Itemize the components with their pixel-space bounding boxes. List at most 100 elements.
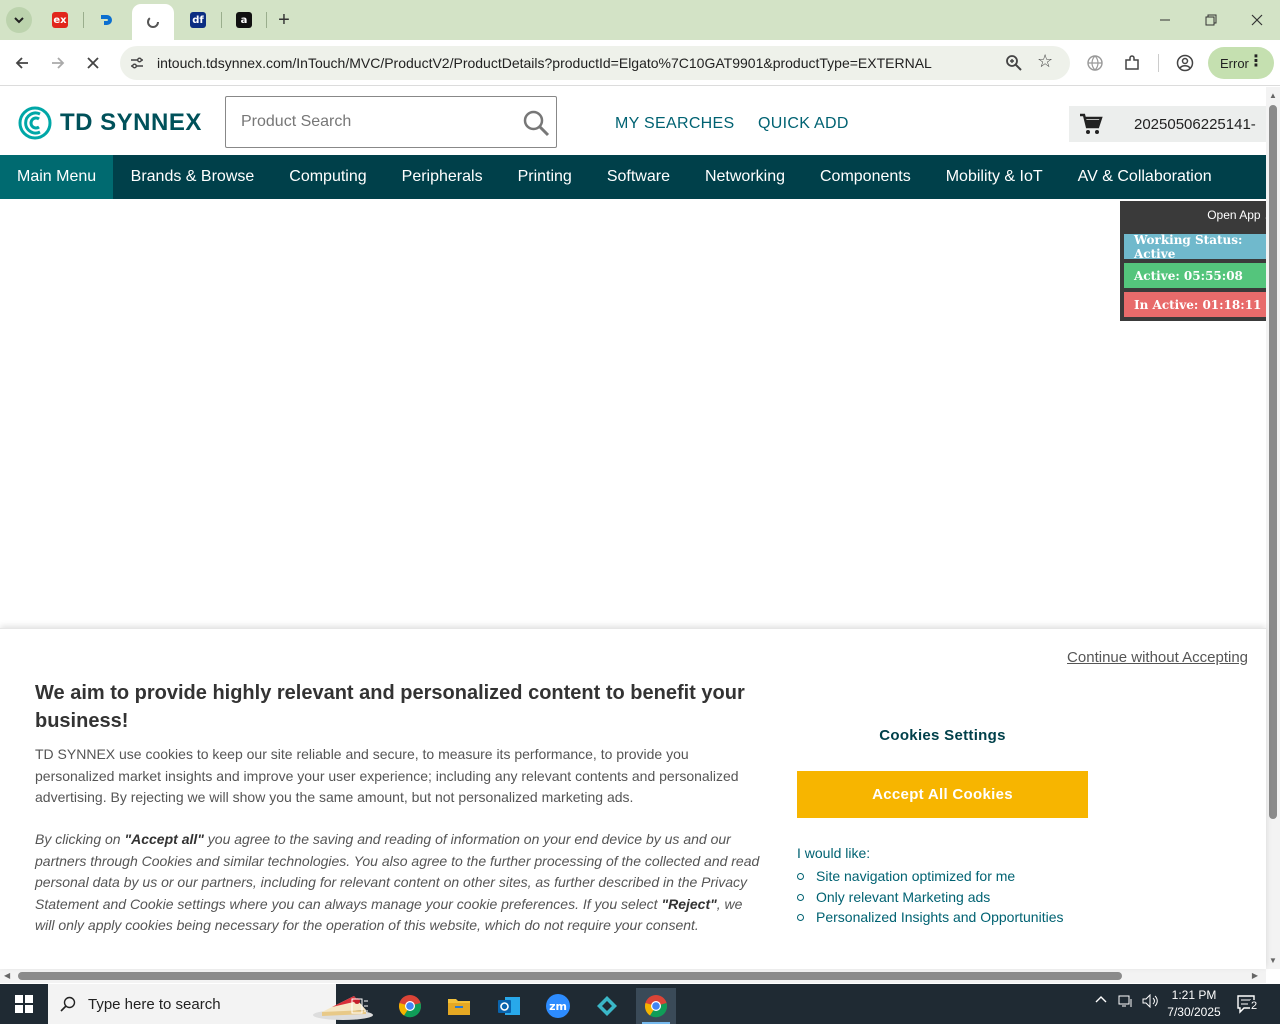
zoom-icon[interactable] — [1005, 54, 1023, 72]
chrome-taskbar-icon[interactable] — [390, 988, 430, 1024]
my-searches-link[interactable]: MY SEARCHES — [615, 115, 734, 133]
bookmark-star-icon[interactable]: ☆ — [1037, 51, 1053, 72]
start-button[interactable] — [0, 984, 48, 1024]
outlook-icon[interactable] — [489, 988, 529, 1024]
nav-printing[interactable]: Printing — [500, 155, 589, 199]
cookie-legal-text: By clicking on "Accept all" you agree to… — [35, 829, 763, 937]
stop-loading-button[interactable] — [78, 48, 108, 78]
quick-add-link[interactable]: QUICK ADD — [758, 115, 849, 133]
cart-button[interactable]: 20250506225141- — [1069, 106, 1266, 142]
continue-without-accepting-link[interactable]: Continue without Accepting — [1067, 649, 1248, 666]
tab-expedia[interactable]: ex — [44, 0, 76, 40]
profile-icon[interactable] — [1175, 53, 1195, 73]
address-bar[interactable]: intouch.tdsynnex.com/InTouch/MVC/Product… — [120, 46, 1070, 80]
search-icon — [60, 996, 76, 1012]
reject-quote: "Reject" — [661, 895, 717, 912]
taskbar-search-box[interactable]: Type here to search — [48, 984, 373, 1024]
close-icon — [1251, 14, 1263, 26]
cookies-settings-link[interactable]: Cookies Settings — [797, 727, 1088, 744]
minimize-button[interactable] — [1142, 0, 1188, 40]
show-hidden-icons-chevron-up-icon[interactable] — [1095, 994, 1107, 1009]
arrow-right-icon — [52, 57, 65, 69]
tab-amazon[interactable]: a — [228, 0, 260, 40]
vertical-scrollbar[interactable]: ▲ ▼ — [1266, 87, 1280, 969]
restore-button[interactable] — [1188, 0, 1234, 40]
inactive-time-row: In Active: 01:18:11 — [1124, 292, 1276, 317]
working-status-widget: Open App ↗ Working Status: Active Active… — [1120, 201, 1280, 321]
notification-center-icon[interactable]: 2 — [1236, 994, 1260, 1014]
nav-software[interactable]: Software — [589, 155, 687, 199]
df-icon: df — [190, 12, 206, 28]
scroll-left-arrow-icon[interactable]: ◀ — [4, 971, 10, 980]
restore-icon — [1205, 14, 1217, 26]
nav-networking[interactable]: Networking — [687, 155, 802, 199]
logo-text: TD SYNNEX — [60, 109, 202, 136]
windows-logo-icon — [15, 995, 33, 1013]
product-search-input[interactable] — [227, 98, 517, 146]
tab-tdsynnex-active[interactable] — [132, 4, 174, 40]
file-explorer-icon[interactable] — [439, 988, 479, 1024]
back-button[interactable] — [7, 48, 37, 78]
nav-main-menu[interactable]: Main Menu — [0, 155, 114, 199]
open-app-link[interactable]: Open App ↗ — [1207, 208, 1274, 222]
nav-computing[interactable]: Computing — [272, 155, 384, 199]
preference-item: Only relevant Marketing ads — [797, 887, 1063, 908]
horizontal-scrollbar[interactable]: ◀ ▶ — [0, 969, 1266, 983]
kebab-menu-icon: ⋮ — [1248, 53, 1264, 70]
scroll-right-arrow-icon[interactable]: ▶ — [1252, 971, 1258, 980]
search-icon[interactable] — [522, 109, 550, 137]
nav-brands-browse[interactable]: Brands & Browse — [113, 155, 272, 199]
nav-av-collaboration[interactable]: AV & Collaboration — [1060, 155, 1229, 199]
horizontal-scroll-thumb[interactable] — [18, 972, 1122, 980]
tab-dell[interactable] — [90, 0, 122, 40]
nav-components[interactable]: Components — [803, 155, 929, 199]
windows-taskbar: Type here to search zm 1:21 PM 7/30/2025… — [0, 984, 1280, 1024]
preference-list: Site navigation optimized for me Only re… — [797, 866, 1063, 928]
cookie-description: TD SYNNEX use cookies to keep our site r… — [35, 746, 739, 805]
cart-id: 20250506225141- — [1134, 116, 1256, 133]
translate-icon[interactable] — [1085, 53, 1105, 73]
scroll-up-arrow-icon[interactable]: ▲ — [1269, 91, 1277, 100]
i-would-like-label: I would like: — [797, 845, 871, 861]
network-icon[interactable] — [1118, 994, 1134, 1011]
taskbar-search-placeholder: Type here to search — [88, 996, 221, 1013]
accept-all-quote: "Accept all" — [124, 831, 204, 847]
product-search-box — [225, 96, 557, 148]
forward-button[interactable] — [43, 48, 73, 78]
tab-search-button[interactable] — [6, 7, 32, 33]
shopping-cart-icon — [1080, 113, 1103, 134]
tab-separator — [83, 12, 84, 28]
legal-text-part: By clicking on — [35, 831, 125, 847]
extensions-icon[interactable] — [1122, 53, 1142, 73]
notification-count: 2 — [1250, 1000, 1259, 1012]
tab-df[interactable]: df — [182, 0, 214, 40]
dell-icon — [101, 15, 112, 25]
accept-all-cookies-button[interactable]: Accept All Cookies — [797, 771, 1088, 818]
nav-mobility-iot[interactable]: Mobility & IoT — [928, 155, 1060, 199]
tab-separator — [221, 12, 222, 28]
volume-icon[interactable] — [1142, 993, 1158, 1011]
system-clock[interactable]: 1:21 PM 7/30/2025 — [1158, 987, 1230, 1021]
cookie-consent-banner: Continue without Accepting We aim to pro… — [0, 628, 1266, 969]
cookie-heading: We aim to provide highly relevant and pe… — [35, 682, 745, 732]
expedia-icon: ex — [52, 12, 68, 28]
app-diamond-icon[interactable] — [587, 988, 627, 1024]
browser-tab-strip: ex df a + — [0, 0, 1280, 40]
new-tab-button[interactable]: + — [272, 8, 296, 32]
chrome-active-taskbar-icon[interactable] — [636, 988, 676, 1024]
task-view-icon[interactable] — [340, 988, 380, 1024]
error-label: Error — [1220, 55, 1249, 71]
zoom-app-icon[interactable]: zm — [538, 988, 578, 1024]
profile-error-button[interactable]: Error ⋮ — [1208, 47, 1274, 79]
td-synnex-logo[interactable]: TD SYNNEX — [18, 106, 202, 140]
clock-date: 7/30/2025 — [1167, 1005, 1221, 1019]
url-text[interactable]: intouch.tdsynnex.com/InTouch/MVC/Product… — [157, 55, 932, 71]
active-time-row: Active: 05:55:08 — [1124, 263, 1276, 288]
vertical-scroll-thumb[interactable] — [1269, 105, 1277, 819]
scroll-down-arrow-icon[interactable]: ▼ — [1269, 956, 1277, 965]
nav-peripherals[interactable]: Peripherals — [384, 155, 500, 199]
svg-text:zm: zm — [549, 1000, 567, 1013]
site-info-icon[interactable] — [129, 55, 145, 71]
close-window-button[interactable] — [1234, 0, 1280, 40]
toolbar-divider — [1158, 54, 1159, 72]
